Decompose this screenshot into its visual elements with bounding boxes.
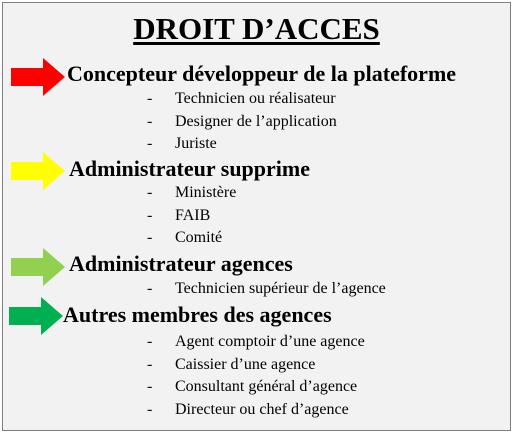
list-item-label: Technicien ou réalisateur bbox=[175, 90, 336, 107]
list-item-label: Juriste bbox=[175, 135, 217, 153]
bullet: - bbox=[147, 229, 153, 247]
bullet: - bbox=[147, 400, 153, 418]
bullet: - bbox=[147, 112, 153, 130]
arrow-shape bbox=[11, 58, 65, 96]
section-heading: Autres membres des agences bbox=[63, 302, 332, 327]
list-item: - FAIB bbox=[147, 205, 236, 228]
right-arrow-icon bbox=[11, 58, 65, 96]
list-item: - Directeur ou chef d’agence bbox=[147, 399, 365, 422]
list-item: - Technicien ou réalisateur bbox=[147, 88, 337, 111]
list-item-label: Technicien supérieur de l’agence bbox=[175, 280, 386, 297]
section-heading: Administrateur supprime bbox=[69, 156, 310, 181]
item-list: - Ministère - FAIB - Comité bbox=[147, 182, 236, 250]
list-item: - Technicien supérieur de l’agence bbox=[147, 278, 386, 301]
list-item: - Consultant général d’agence bbox=[147, 376, 365, 399]
item-list: - Technicien supérieur de l’agence bbox=[147, 278, 386, 301]
section-heading: Concepteur développeur de la plateforme bbox=[67, 61, 457, 86]
right-arrow-icon bbox=[11, 152, 65, 190]
list-item: - Ministère bbox=[147, 182, 236, 205]
item-list: - Agent comptoir d’une agence - Caissier d… bbox=[147, 331, 365, 421]
list-item-label: Caissier d’une agence bbox=[175, 355, 316, 373]
list-item: - Caissier d’une agence bbox=[147, 354, 365, 377]
item-list: - Technicien ou réalisateur - Designer de … bbox=[147, 88, 337, 156]
list-item-label: Agent comptoir d’une agence bbox=[175, 333, 365, 350]
page-title: DROIT D’ACCES bbox=[133, 11, 380, 46]
bullet: - bbox=[147, 378, 153, 396]
list-item-label: Directeur ou chef d’agence bbox=[175, 400, 349, 418]
arrow-shape bbox=[11, 248, 65, 286]
list-item: - Juriste bbox=[147, 133, 337, 156]
bullet: - bbox=[147, 280, 153, 297]
list-item: - Comité bbox=[147, 227, 236, 250]
list-item: - Agent comptoir d’une agence bbox=[147, 331, 365, 354]
arrow-shape bbox=[9, 297, 63, 335]
list-item: - Designer de l’application bbox=[147, 111, 337, 134]
list-item-label: Ministère bbox=[175, 184, 237, 201]
right-arrow-icon bbox=[11, 248, 65, 286]
arrow-shape bbox=[11, 152, 65, 190]
list-item-label: Designer de l’application bbox=[175, 112, 337, 130]
bullet: - bbox=[147, 135, 153, 153]
bullet: - bbox=[147, 206, 153, 224]
bullet: - bbox=[147, 184, 153, 201]
bullet: - bbox=[147, 333, 153, 350]
list-item-label: FAIB bbox=[175, 206, 211, 224]
right-arrow-icon bbox=[9, 297, 63, 335]
bullet: - bbox=[147, 90, 153, 107]
list-item-label: Comité bbox=[175, 229, 223, 247]
access-rights-panel: DROIT D’ACCES Concepteur développeur de … bbox=[2, 2, 511, 431]
bullet: - bbox=[147, 355, 153, 373]
section-heading: Administrateur agences bbox=[69, 251, 293, 276]
list-item-label: Consultant général d’agence bbox=[175, 378, 358, 396]
